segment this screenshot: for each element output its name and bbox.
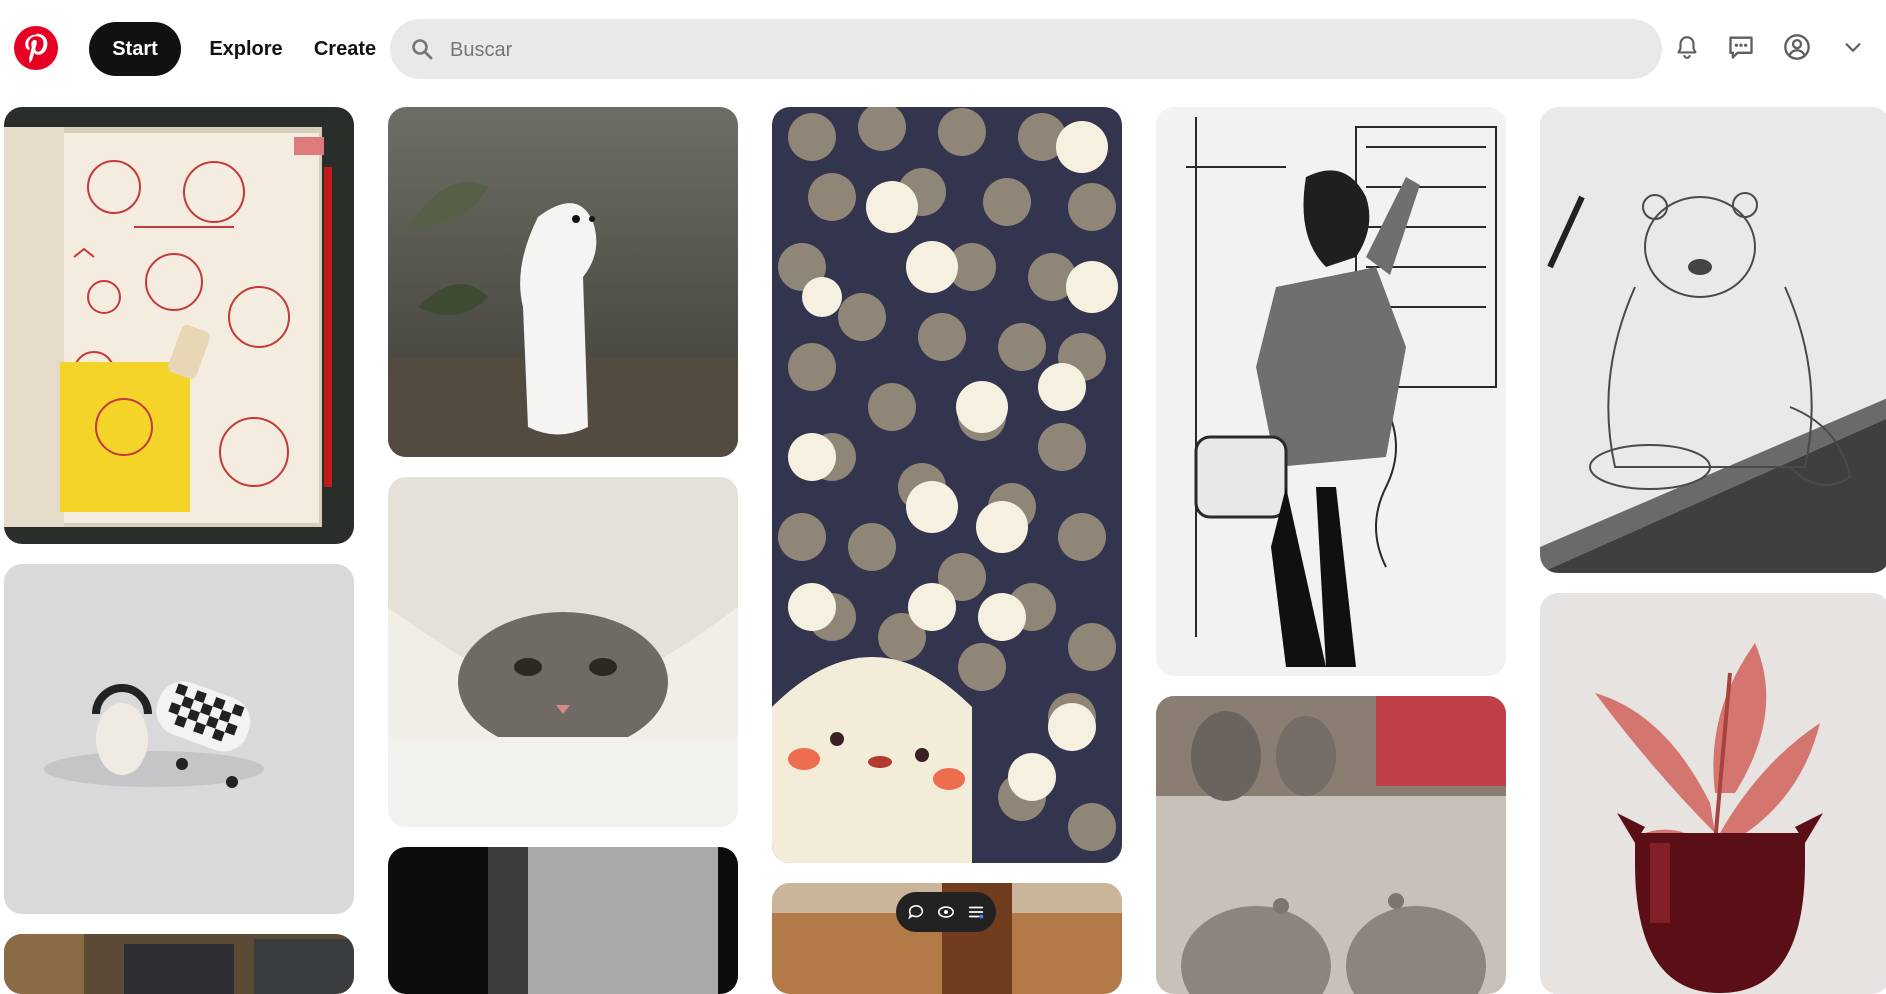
pin-clay-figures[interactable] bbox=[1156, 696, 1506, 994]
notifications-button[interactable] bbox=[1665, 27, 1709, 71]
top-header: Start Explore Create bbox=[0, 0, 1886, 98]
bell-icon bbox=[1674, 34, 1700, 65]
chevron-down-icon bbox=[1842, 36, 1864, 63]
pinterest-logo-icon bbox=[14, 26, 58, 70]
pin-image bbox=[1540, 107, 1886, 573]
pin-action-bar bbox=[896, 892, 996, 932]
pin-image bbox=[4, 934, 354, 994]
pin-cat-sketchbook[interactable] bbox=[4, 107, 354, 544]
list-icon[interactable] bbox=[966, 902, 986, 922]
pinterest-logo[interactable] bbox=[13, 25, 59, 71]
search-bar[interactable] bbox=[390, 19, 1662, 79]
pin-image bbox=[4, 107, 354, 544]
pin-devil-planter[interactable] bbox=[1540, 593, 1886, 994]
nav-create-button[interactable]: Create bbox=[304, 22, 386, 76]
comment-icon[interactable] bbox=[906, 902, 926, 922]
pin-ghost-crowd[interactable] bbox=[772, 107, 1122, 863]
search-icon bbox=[410, 37, 434, 61]
pin-image bbox=[1156, 696, 1506, 994]
account-menu-button[interactable] bbox=[1831, 27, 1875, 71]
view-icon[interactable] bbox=[936, 902, 956, 922]
pin-image bbox=[1156, 107, 1506, 676]
pin-image bbox=[388, 477, 738, 827]
pin-dark-room-partial[interactable] bbox=[388, 847, 738, 994]
profile-button[interactable] bbox=[1775, 27, 1819, 71]
nav-start-button[interactable]: Start bbox=[89, 22, 181, 76]
pin-cat-under-blanket[interactable] bbox=[388, 477, 738, 827]
pin-ceramic-cat-skateboard[interactable] bbox=[4, 564, 354, 914]
pin-image bbox=[388, 847, 738, 994]
pin-image bbox=[772, 107, 1122, 863]
search-input[interactable] bbox=[448, 29, 1632, 71]
pin-wooden-ermine[interactable] bbox=[388, 107, 738, 457]
messages-icon bbox=[1727, 33, 1755, 66]
pin-desk-partial[interactable] bbox=[4, 934, 354, 994]
pin-bear-pencil-sketch[interactable] bbox=[1540, 107, 1886, 573]
pin-manga-commuter[interactable] bbox=[1156, 107, 1506, 676]
messages-button[interactable] bbox=[1719, 27, 1763, 71]
nav-explore-button[interactable]: Explore bbox=[200, 22, 292, 76]
pin-image bbox=[4, 564, 354, 914]
pin-image bbox=[388, 107, 738, 457]
profile-icon bbox=[1783, 33, 1811, 66]
pin-image bbox=[1540, 593, 1886, 994]
